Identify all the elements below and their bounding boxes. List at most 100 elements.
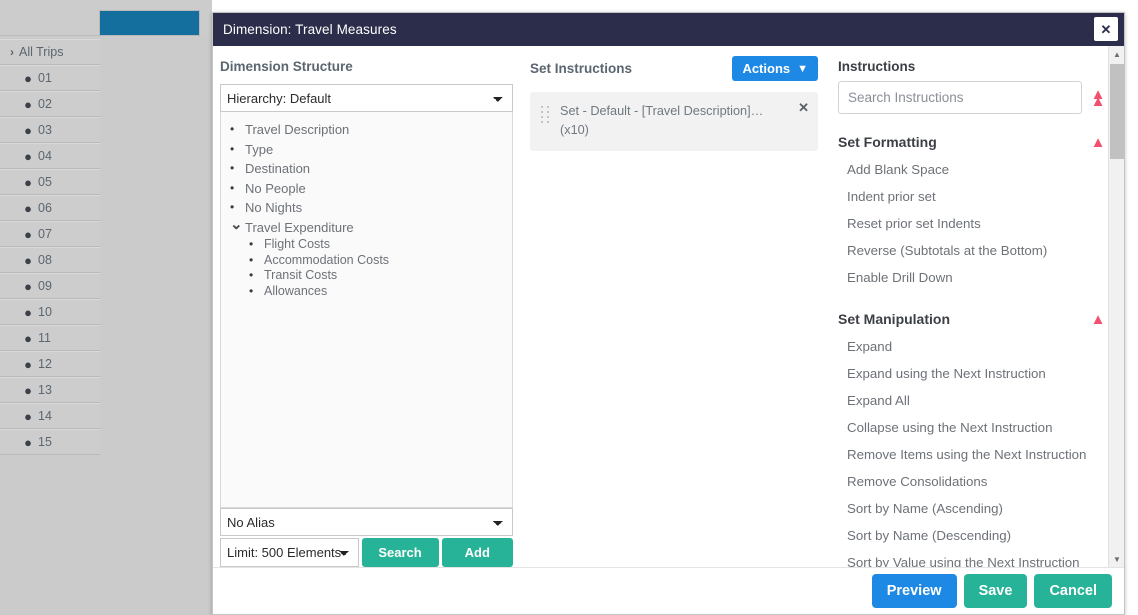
instruction-group-title: Set Manipulation: [838, 311, 950, 327]
set-instruction-label: Set - Default - [Travel Description]… (x…: [560, 102, 810, 140]
dimension-tree-item-label: No Nights: [245, 198, 302, 218]
sidebar-item[interactable]: ●15: [0, 429, 100, 455]
dimension-tree-item-label: No People: [245, 179, 306, 199]
double-chevron-up-icon[interactable]: ▲▲: [1090, 91, 1106, 105]
limit-select[interactable]: Limit: 500 Elements: [220, 538, 359, 567]
sidebar-item-label: 02: [38, 97, 52, 111]
sidebar-item[interactable]: ●06: [0, 195, 100, 221]
sidebar-item-all-trips[interactable]: › All Trips: [0, 39, 100, 65]
instruction-item[interactable]: Add Blank Space: [838, 156, 1118, 183]
chevron-down-icon: ▼: [797, 63, 808, 75]
sidebar-item-label: 01: [38, 71, 52, 85]
dimension-tree-item[interactable]: •No Nights: [227, 198, 506, 218]
drag-handle-icon[interactable]: [541, 106, 553, 124]
dimension-tree-item-label: Accommodation Costs: [264, 253, 389, 269]
dimension-tree-item[interactable]: •Type: [227, 140, 506, 160]
add-button[interactable]: Add: [442, 538, 513, 567]
bullet-icon: ●: [18, 176, 38, 189]
bullet-icon: ●: [18, 306, 38, 319]
search-instructions-input[interactable]: [838, 81, 1082, 114]
instruction-item[interactable]: Sort by Value using the Next Instruction: [838, 549, 1118, 567]
bullet-icon: ●: [18, 384, 38, 397]
sidebar-item-label: 11: [38, 331, 51, 345]
bullet-icon: •: [230, 159, 245, 179]
instruction-item[interactable]: Expand: [838, 333, 1118, 360]
close-icon[interactable]: ✕: [798, 101, 809, 114]
instruction-item[interactable]: Indent prior set: [838, 183, 1118, 210]
caret-down-icon[interactable]: ▼: [1109, 551, 1124, 567]
dimension-tree-item[interactable]: •No People: [227, 179, 506, 199]
sidebar-item[interactable]: ●12: [0, 351, 100, 377]
instructions-scrollbar[interactable]: ▲ ▼: [1108, 46, 1124, 567]
instruction-item[interactable]: Collapse using the Next Instruction: [838, 414, 1118, 441]
chevron-right-icon[interactable]: ›: [5, 45, 19, 59]
dimension-actions-row: Limit: 500 Elements Search Add: [220, 538, 513, 567]
sidebar-item-label: 04: [38, 149, 52, 163]
caret-up-icon[interactable]: ▲: [1109, 46, 1124, 62]
save-button[interactable]: Save: [964, 574, 1028, 608]
search-button[interactable]: Search: [362, 538, 439, 567]
dimension-editor-dialog: Dimension: Travel Measures ✕ Dimension S…: [212, 12, 1125, 615]
chevron-up-icon[interactable]: ▲: [1090, 316, 1106, 323]
close-icon[interactable]: ✕: [1094, 17, 1118, 41]
sidebar-item[interactable]: ●10: [0, 299, 100, 325]
sidebar-item[interactable]: ●13: [0, 377, 100, 403]
alias-select-wrapper: No Alias: [220, 508, 513, 536]
set-instruction-card[interactable]: Set - Default - [Travel Description]… (x…: [530, 92, 818, 151]
chevron-up-icon[interactable]: ▲: [1090, 139, 1106, 146]
bullet-icon: •: [249, 268, 264, 284]
sidebar-item[interactable]: ●09: [0, 273, 100, 299]
instruction-group-header[interactable]: Set Manipulation ▲: [838, 311, 1118, 327]
dimension-tree-item[interactable]: •Accommodation Costs: [227, 253, 506, 269]
sidebar-item[interactable]: ●11: [0, 325, 100, 351]
instruction-item[interactable]: Expand using the Next Instruction: [838, 360, 1118, 387]
instruction-item[interactable]: Remove Items using the Next Instruction: [838, 441, 1118, 468]
sidebar-item[interactable]: ●04: [0, 143, 100, 169]
instruction-group-header[interactable]: Set Formatting▲: [838, 134, 1118, 150]
dimension-tree-item[interactable]: •Destination: [227, 159, 506, 179]
bullet-icon: ●: [18, 98, 38, 111]
chevron-down-icon[interactable]: ⌄: [230, 218, 245, 231]
dialog-body: Dimension Structure Hierarchy: Default •…: [213, 46, 1124, 567]
bullet-icon: ●: [18, 332, 38, 345]
sidebar-item[interactable]: ●14: [0, 403, 100, 429]
sidebar-item-label: 07: [38, 227, 52, 241]
sidebar-item-label: All Trips: [19, 45, 63, 59]
dimension-tree-item[interactable]: ⌄Travel Expenditure: [227, 218, 506, 238]
dimension-tree-item[interactable]: •Flight Costs: [227, 237, 506, 253]
dimension-tree-item[interactable]: •Travel Description: [227, 120, 506, 140]
instruction-item[interactable]: Sort by Name (Ascending): [838, 495, 1118, 522]
sidebar-item[interactable]: ●02: [0, 91, 100, 117]
instruction-item[interactable]: Enable Drill Down: [838, 264, 1118, 291]
instructions-search-row: ▲▲: [838, 81, 1118, 114]
sidebar-item[interactable]: ●08: [0, 247, 100, 273]
instruction-item[interactable]: Sort by Name (Descending): [838, 522, 1118, 549]
scrollbar-thumb[interactable]: [1110, 64, 1124, 159]
preview-button[interactable]: Preview: [872, 574, 957, 608]
sidebar-item[interactable]: ●05: [0, 169, 100, 195]
dimension-tree-item-label: Travel Description: [245, 120, 349, 140]
hierarchy-select[interactable]: Hierarchy: Default: [220, 84, 513, 112]
instructions-heading: Instructions: [838, 59, 1118, 74]
sidebar-item[interactable]: ●07: [0, 221, 100, 247]
dimension-tree-item[interactable]: •Allowances: [227, 284, 506, 300]
dimension-structure-heading: Dimension Structure: [220, 59, 513, 74]
background-top-strip: [0, 0, 99, 36]
sidebar-item[interactable]: ●03: [0, 117, 100, 143]
bullet-icon: •: [230, 179, 245, 199]
sidebar-item[interactable]: ●01: [0, 65, 100, 91]
bullet-icon: ●: [18, 202, 38, 215]
alias-select[interactable]: No Alias: [220, 508, 513, 536]
actions-button[interactable]: Actions ▼: [732, 56, 818, 81]
bullet-icon: ●: [18, 228, 38, 241]
dimension-tree-item[interactable]: •Transit Costs: [227, 268, 506, 284]
cancel-button[interactable]: Cancel: [1034, 574, 1112, 608]
dimension-tree-item-label: Allowances: [264, 284, 327, 300]
sidebar-item-label: 08: [38, 253, 52, 267]
set-instructions-panel: Set Instructions Actions ▼ Set - Default…: [520, 46, 828, 567]
instruction-item[interactable]: Remove Consolidations: [838, 468, 1118, 495]
instruction-item[interactable]: Reset prior set Indents: [838, 210, 1118, 237]
bullet-icon: ●: [18, 254, 38, 267]
instruction-item[interactable]: Reverse (Subtotals at the Bottom): [838, 237, 1118, 264]
instruction-item[interactable]: Expand All: [838, 387, 1118, 414]
